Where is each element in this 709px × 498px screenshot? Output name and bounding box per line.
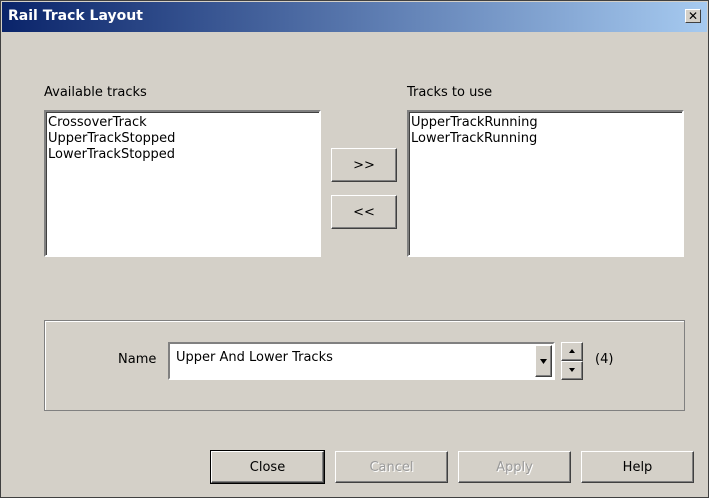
arrow-down-icon xyxy=(569,368,575,372)
tracks-to-use-label: Tracks to use xyxy=(407,85,493,100)
apply-button[interactable]: Apply xyxy=(458,451,571,483)
name-label: Name xyxy=(118,352,157,367)
name-combobox-value: Upper And Lower Tracks xyxy=(176,350,333,365)
help-button[interactable]: Help xyxy=(581,451,694,483)
spin-up-button[interactable] xyxy=(561,342,583,361)
cancel-button[interactable]: Cancel xyxy=(335,451,448,483)
add-track-button[interactable]: >> xyxy=(331,148,397,182)
tracks-to-use-list[interactable]: UpperTrackRunning LowerTrackRunning xyxy=(407,110,684,257)
arrow-up-icon xyxy=(569,349,575,353)
list-item[interactable]: LowerTrackRunning xyxy=(411,131,682,147)
available-tracks-list[interactable]: CrossoverTrack UpperTrackStopped LowerTr… xyxy=(44,110,321,257)
list-item[interactable]: CrossoverTrack xyxy=(48,115,319,131)
name-count: (4) xyxy=(595,352,614,367)
available-tracks-label: Available tracks xyxy=(44,85,147,100)
list-item[interactable]: UpperTrackStopped xyxy=(48,131,319,147)
title-bar[interactable]: Rail Track Layout ✕ xyxy=(2,2,707,32)
list-item[interactable]: UpperTrackRunning xyxy=(411,115,682,131)
dialog-window: Rail Track Layout ✕ Available tracks Cro… xyxy=(0,0,709,498)
name-spinner[interactable] xyxy=(561,342,583,380)
name-combobox[interactable]: Upper And Lower Tracks xyxy=(168,342,555,380)
list-item[interactable]: LowerTrackStopped xyxy=(48,147,319,163)
spin-down-button[interactable] xyxy=(561,361,583,380)
close-icon: ✕ xyxy=(687,9,699,23)
close-window-button[interactable]: ✕ xyxy=(685,9,701,23)
remove-track-button[interactable]: << xyxy=(331,195,397,229)
window-title: Rail Track Layout xyxy=(8,8,143,24)
combobox-dropdown-button[interactable] xyxy=(535,345,552,377)
close-button[interactable]: Close xyxy=(210,450,325,484)
chevron-down-icon xyxy=(540,359,547,364)
